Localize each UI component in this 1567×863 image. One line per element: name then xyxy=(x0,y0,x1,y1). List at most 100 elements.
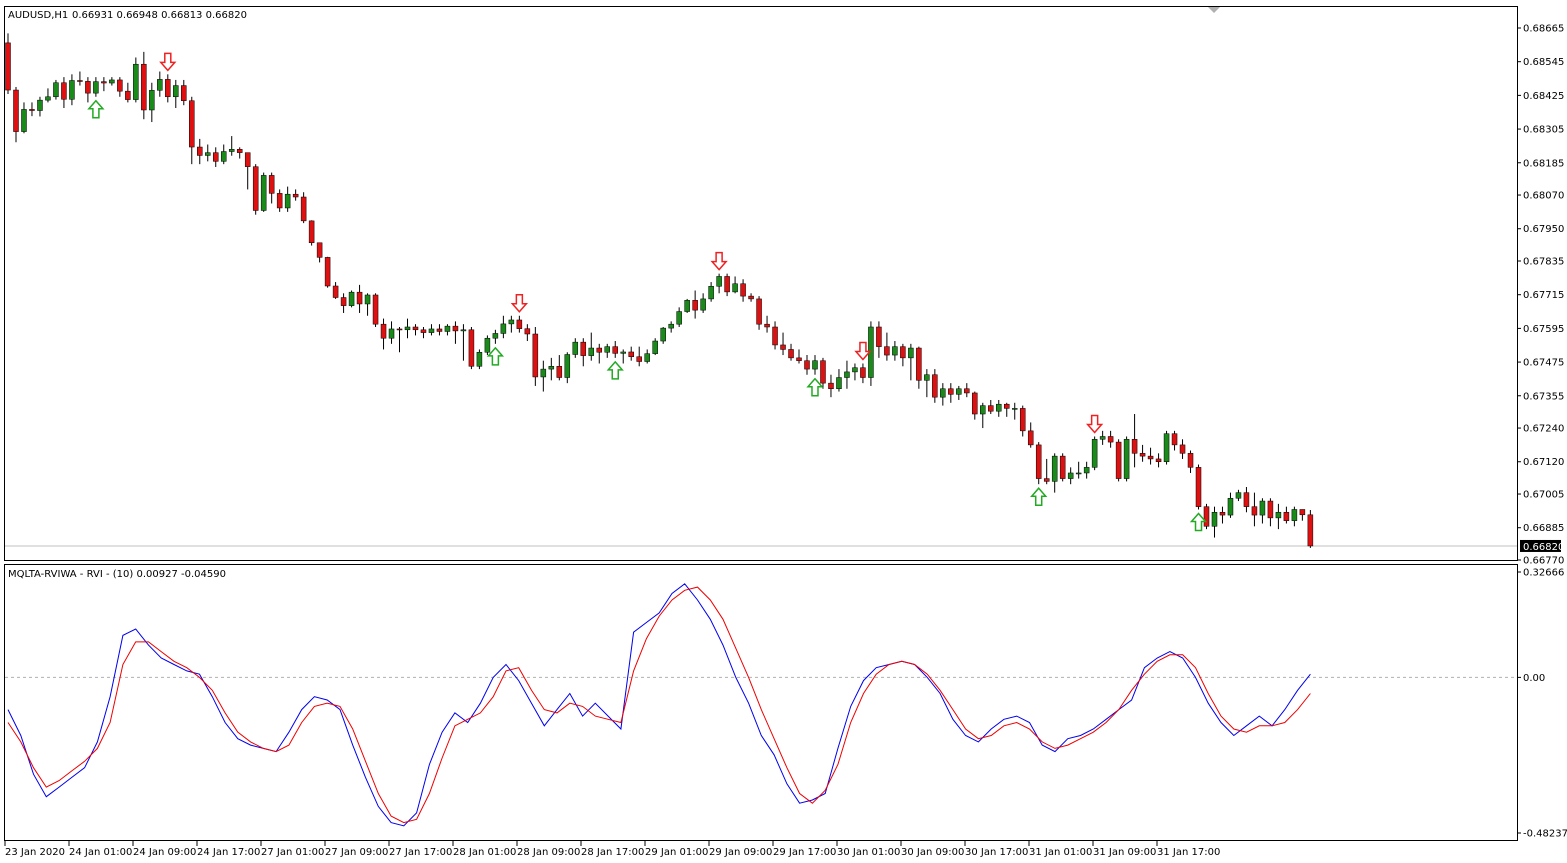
bullish-candle xyxy=(1259,500,1266,516)
bearish-candle xyxy=(636,356,642,362)
bullish-candle xyxy=(924,374,930,381)
bullish-candle xyxy=(836,377,842,389)
bearish-candle xyxy=(1139,453,1146,457)
bearish-candle xyxy=(1195,467,1202,507)
bullish-candle xyxy=(1227,497,1234,516)
bearish-candle xyxy=(332,285,339,298)
bearish-candle xyxy=(13,89,19,132)
bullish-candle xyxy=(173,85,179,98)
bearish-candle xyxy=(436,328,443,332)
bullish-candle xyxy=(149,90,155,111)
bullish-candle xyxy=(220,151,227,162)
bearish-candle xyxy=(788,349,794,359)
bearish-candle xyxy=(412,326,419,331)
bullish-candle xyxy=(205,152,211,156)
bullish-candle xyxy=(716,276,722,287)
bearish-candle xyxy=(724,276,730,293)
bullish-candle xyxy=(1075,472,1082,475)
bullish-candle xyxy=(708,286,714,300)
bullish-candle xyxy=(1211,512,1218,527)
bearish-candle xyxy=(796,357,802,361)
price-tick-label: 0.68545 xyxy=(1523,57,1564,68)
time-tick-label: 29 Jan 09:00 xyxy=(709,847,772,858)
bearish-candle xyxy=(61,82,67,100)
bullish-candle xyxy=(620,351,626,354)
bearish-candle xyxy=(988,405,994,412)
bullish-candle xyxy=(93,81,99,94)
bullish-candle xyxy=(660,327,666,342)
indicator-tick-label: 0.00 xyxy=(1523,673,1545,684)
bullish-candle xyxy=(492,333,499,339)
bearish-candle xyxy=(77,80,83,82)
indicator-tick-label: 0.32666 xyxy=(1523,568,1564,579)
price-panel[interactable] xyxy=(4,6,1518,561)
trading-chart[interactable]: AUDUSD,H1 0.66931 0.66948 0.66813 0.6682… xyxy=(0,0,1567,863)
bullish-candle xyxy=(1123,439,1130,479)
bearish-candle xyxy=(101,81,107,84)
bearish-candle xyxy=(556,366,563,378)
bullish-candle xyxy=(508,319,515,325)
bullish-candle xyxy=(1091,439,1098,468)
bearish-candle xyxy=(1299,509,1306,516)
bullish-candle xyxy=(564,354,571,378)
bearish-candle xyxy=(948,388,954,395)
time-tick-label: 24 Jan 09:00 xyxy=(133,847,196,858)
symbol-header: AUDUSD,H1 xyxy=(8,10,68,21)
time-tick-label: 27 Jan 09:00 xyxy=(325,847,388,858)
time-tick-label: 29 Jan 01:00 xyxy=(645,847,708,858)
bearish-candle xyxy=(212,152,219,162)
bearish-candle xyxy=(828,382,834,389)
price-tick-label: 0.67950 xyxy=(1523,224,1564,235)
bearish-candle xyxy=(1251,506,1258,516)
bearish-candle xyxy=(85,81,91,94)
bullish-candle xyxy=(500,323,507,334)
price-tick-label: 0.67715 xyxy=(1523,290,1564,301)
bearish-candle xyxy=(117,79,123,92)
bearish-candle xyxy=(1203,506,1210,527)
bearish-candle xyxy=(1283,512,1290,521)
bullish-candle xyxy=(996,403,1002,412)
bullish-candle xyxy=(1083,467,1090,474)
bearish-candle xyxy=(628,351,634,357)
bearish-candle xyxy=(1243,492,1250,507)
bearish-candle xyxy=(612,346,618,354)
price-tick-label: 0.68425 xyxy=(1523,91,1564,102)
bullish-candle xyxy=(1235,492,1242,499)
bullish-candle xyxy=(812,360,818,370)
time-tick-label: 24 Jan 01:00 xyxy=(69,847,132,858)
indicator-panel[interactable] xyxy=(4,564,1518,841)
time-tick-label: 27 Jan 01:00 xyxy=(261,847,324,858)
bullish-candle xyxy=(21,109,27,132)
bullish-candle xyxy=(109,79,115,84)
bearish-candle xyxy=(420,329,427,333)
bearish-candle xyxy=(1027,430,1034,446)
bullish-candle xyxy=(644,353,650,362)
bullish-candle xyxy=(956,388,962,395)
bearish-candle xyxy=(748,295,754,300)
bullish-candle xyxy=(852,367,858,373)
bearish-candle xyxy=(516,319,523,329)
bullish-candle xyxy=(284,193,291,209)
bearish-candle xyxy=(340,297,347,306)
bearish-candle xyxy=(756,298,762,325)
bearish-candle xyxy=(884,346,890,356)
price-tick-label: 0.67120 xyxy=(1523,457,1564,468)
price-tick-label: 0.67240 xyxy=(1523,424,1564,435)
time-tick-label: 28 Jan 17:00 xyxy=(581,847,644,858)
bullish-candle xyxy=(444,325,451,332)
bullish-candle xyxy=(1291,509,1298,521)
bearish-candle xyxy=(356,291,363,305)
time-tick-label: 31 Jan 17:00 xyxy=(1157,847,1220,858)
bullish-candle xyxy=(133,63,139,100)
bullish-candle xyxy=(908,347,914,359)
bearish-candle xyxy=(820,360,826,384)
bullish-candle xyxy=(1067,472,1074,479)
bullish-candle xyxy=(228,149,235,152)
bearish-candle xyxy=(1019,408,1026,432)
bearish-candle xyxy=(165,79,171,98)
bullish-candle xyxy=(668,323,674,329)
bearish-candle xyxy=(916,347,922,381)
bullish-candle xyxy=(1275,512,1282,519)
bearish-candle xyxy=(29,109,35,111)
price-tick-label: 0.68070 xyxy=(1523,191,1564,202)
